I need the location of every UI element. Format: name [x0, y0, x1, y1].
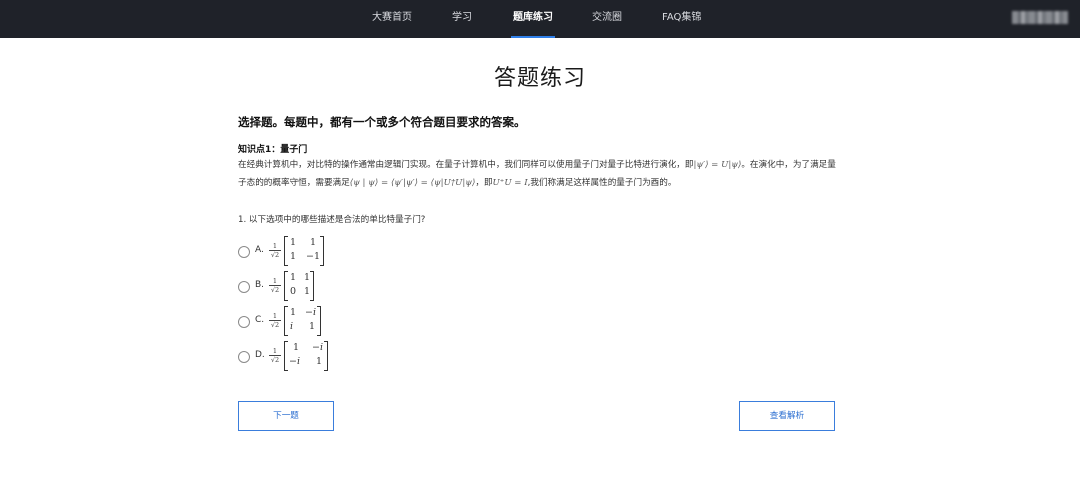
matrix-cell: −i [312, 342, 323, 353]
option-letter: D. [255, 350, 265, 360]
matrix-cell: 1 [304, 286, 311, 297]
fraction-denominator: √2 [270, 286, 280, 294]
option-letter: B. [255, 280, 265, 290]
option-letter: C. [255, 315, 265, 325]
fraction-denominator: √2 [270, 321, 280, 329]
nav-item-learning[interactable]: 学习 [452, 0, 472, 38]
view-analysis-button[interactable]: 查看解析 [739, 401, 835, 431]
option-letter: A. [255, 245, 264, 255]
matrix-cell: −1 [306, 251, 321, 262]
fraction-denominator: √2 [270, 356, 280, 364]
matrix-cell: 1 [290, 251, 297, 262]
matrix-cell: −i [289, 356, 300, 367]
radio-button[interactable] [238, 351, 250, 363]
fraction-factor: 1 √2 [269, 312, 281, 330]
nav-item-practice[interactable]: 题库练习 [511, 0, 555, 38]
kp-math-2: ⟨ψ | ψ⟩ = ⟨ψ′|ψ′⟩ = ⟨ψ|U†U|ψ⟩ [349, 178, 476, 188]
fraction-numerator: 1 [269, 347, 281, 356]
matrix: 1 1 0 1 [284, 271, 314, 301]
kp-text-1: 在经典计算机中，对比特的操作通常由逻辑门实现。在量子计算机中，我们同样可以使用量… [238, 160, 694, 170]
kp-text-3: ，即 [475, 178, 493, 188]
next-question-button[interactable]: 下一题 [238, 401, 334, 431]
section-intro: 选择题。每题中，都有一个或多个符合题目要求的答案。 [238, 115, 526, 129]
knowledge-point-text: 在经典计算机中，对比特的操作通常由逻辑门实现。在量子计算机中，我们同样可以使用量… [238, 156, 838, 192]
nav-item-community[interactable]: 交流圈 [592, 0, 622, 38]
matrix-cell: 1 [309, 321, 316, 332]
matrix-cell: 1 [290, 272, 297, 283]
radio-button[interactable] [238, 246, 250, 258]
fraction-factor: 1 √2 [269, 277, 281, 295]
matrix: 1 −i i 1 [284, 306, 321, 336]
nav-item-home[interactable]: 大赛首页 [372, 0, 412, 38]
radio-button[interactable] [238, 316, 250, 328]
top-navbar: 大赛首页 学习 题库练习 交流圈 FAQ集锦 [0, 0, 1080, 38]
kp-text-4: ,我们称满足这样属性的量子门为酉的。 [527, 178, 677, 188]
option-d[interactable]: D. 1 √2 1 −i −i 1 [238, 341, 333, 373]
fraction-numerator: 1 [269, 277, 281, 286]
option-b[interactable]: B. 1 √2 1 1 0 1 [238, 271, 323, 303]
kp-math-3: U⁺U = I [492, 178, 528, 188]
matrix-cell: 0 [290, 286, 297, 297]
matrix-cell: 1 [293, 342, 300, 353]
matrix-cell: 1 [290, 237, 297, 248]
matrix-cell: 1 [310, 237, 317, 248]
matrix-cell: −i [305, 307, 316, 318]
matrix-cell: 1 [304, 272, 311, 283]
nav-item-faq[interactable]: FAQ集锦 [662, 0, 701, 38]
fraction-numerator: 1 [269, 242, 281, 251]
user-avatar-blurred[interactable] [1012, 11, 1068, 24]
page-title: 答题练习 [493, 66, 586, 91]
fraction-factor: 1 √2 [269, 242, 281, 260]
radio-button[interactable] [238, 281, 250, 293]
matrix-cell: i [290, 321, 294, 332]
option-c[interactable]: C. 1 √2 1 −i i 1 [238, 306, 330, 338]
matrix: 1 −i −i 1 [284, 341, 328, 371]
question-text: 1. 以下选项中的哪些描述是合法的单比特量子门? [238, 215, 426, 225]
fraction-numerator: 1 [269, 312, 281, 321]
fraction-factor: 1 √2 [269, 347, 281, 365]
matrix: 1 1 1 −1 [284, 236, 324, 266]
matrix-cell: 1 [316, 356, 323, 367]
kp-math-1: |ψ′⟩ = U|ψ⟩ [693, 160, 742, 170]
fraction-denominator: √2 [270, 251, 280, 259]
matrix-cell: 1 [290, 307, 297, 318]
knowledge-point-title: 知识点1：量子门 [238, 145, 308, 155]
option-a[interactable]: A. 1 √2 1 1 1 −1 [238, 236, 333, 268]
